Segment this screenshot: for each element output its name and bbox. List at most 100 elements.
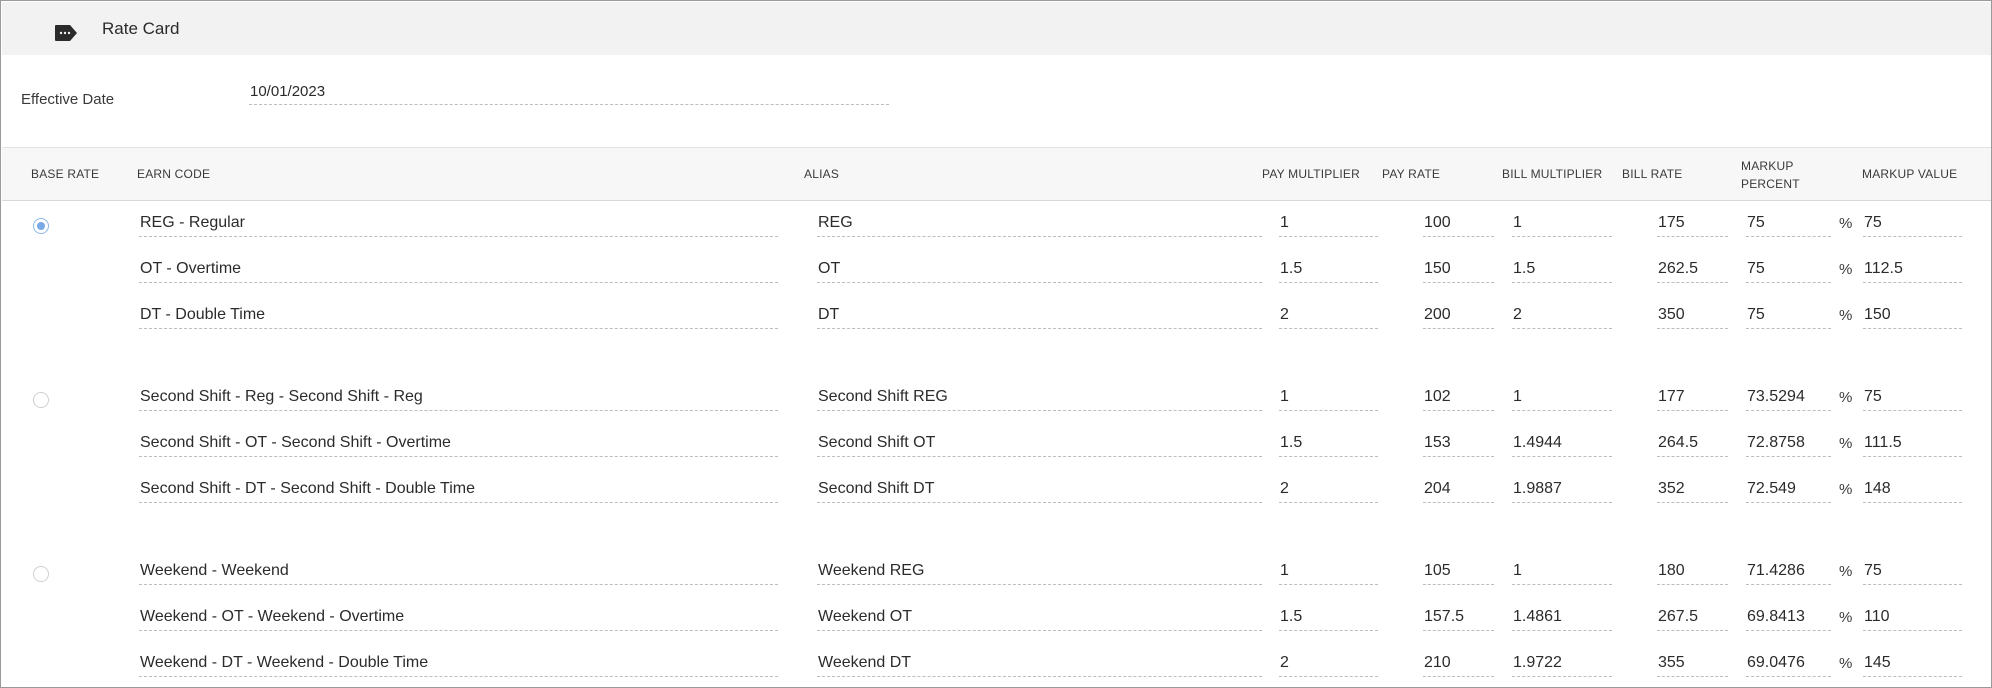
- pay-multiplier-field[interactable]: 1.5: [1279, 605, 1378, 631]
- markup-value-field[interactable]: 111.5: [1863, 431, 1962, 457]
- pay-multiplier-field[interactable]: 1.5: [1279, 257, 1378, 283]
- table-header: BASE RATE EARN CODE ALIAS PAY MULTIPLIER…: [2, 147, 1991, 201]
- percent-symbol: %: [1839, 655, 1853, 672]
- markup-percent-field[interactable]: 75: [1746, 303, 1831, 329]
- markup-percent-field[interactable]: 69.8413: [1746, 605, 1831, 631]
- alias-field[interactable]: Second Shift DT: [817, 477, 1262, 503]
- bill-rate-field[interactable]: 264.5: [1657, 431, 1728, 457]
- markup-percent-field[interactable]: 69.0476: [1746, 651, 1831, 677]
- bill-rate-field[interactable]: 355: [1657, 651, 1728, 677]
- panel-title: Rate Card: [102, 19, 180, 38]
- alias-field[interactable]: Second Shift REG: [817, 385, 1262, 411]
- bill-multiplier-field[interactable]: 1: [1512, 385, 1612, 411]
- pay-rate-field[interactable]: 200: [1423, 303, 1494, 329]
- markup-value-field[interactable]: 112.5: [1863, 257, 1962, 283]
- bill-multiplier-field[interactable]: 1.4861: [1512, 605, 1612, 631]
- percent-symbol: %: [1839, 435, 1853, 452]
- earn-code-field[interactable]: Second Shift - DT - Second Shift - Doubl…: [139, 477, 778, 503]
- bill-multiplier-field[interactable]: 1.9722: [1512, 651, 1612, 677]
- markup-percent-field[interactable]: 71.4286: [1746, 559, 1831, 585]
- percent-symbol: %: [1839, 307, 1853, 324]
- markup-percent-field[interactable]: 72.549: [1746, 477, 1831, 503]
- panel-header: Rate Card: [2, 2, 1991, 55]
- percent-symbol: %: [1839, 609, 1853, 626]
- pay-multiplier-field[interactable]: 1: [1279, 559, 1378, 585]
- col-header-base-rate: BASE RATE: [31, 167, 100, 181]
- base-rate-radio[interactable]: [33, 392, 49, 408]
- markup-value-field[interactable]: 148: [1863, 477, 1962, 503]
- earn-code-field[interactable]: Weekend - Weekend: [139, 559, 778, 585]
- alias-field[interactable]: Second Shift OT: [817, 431, 1262, 457]
- percent-symbol: %: [1839, 215, 1853, 232]
- col-header-markup-value: MARKUP VALUE: [1862, 167, 1958, 181]
- earn-code-field[interactable]: REG - Regular: [139, 211, 778, 237]
- col-header-pay-multiplier: PAY MULTIPLIER: [1262, 167, 1360, 181]
- alias-field[interactable]: Weekend REG: [817, 559, 1262, 585]
- bill-multiplier-field[interactable]: 2: [1512, 303, 1612, 329]
- pay-multiplier-field[interactable]: 1: [1279, 385, 1378, 411]
- tag-icon: [55, 25, 77, 41]
- markup-percent-field[interactable]: 73.5294: [1746, 385, 1831, 411]
- bill-rate-field[interactable]: 262.5: [1657, 257, 1728, 283]
- earn-code-field[interactable]: Weekend - DT - Weekend - Double Time: [139, 651, 778, 677]
- bill-rate-field[interactable]: 352: [1657, 477, 1728, 503]
- earn-code-field[interactable]: OT - Overtime: [139, 257, 778, 283]
- effective-date-label: Effective Date: [21, 91, 115, 108]
- percent-symbol: %: [1839, 481, 1853, 498]
- alias-field[interactable]: OT: [817, 257, 1262, 283]
- bill-rate-field[interactable]: 180: [1657, 559, 1728, 585]
- markup-value-field[interactable]: 145: [1863, 651, 1962, 677]
- alias-field[interactable]: REG: [817, 211, 1262, 237]
- alias-field[interactable]: Weekend OT: [817, 605, 1262, 631]
- bill-multiplier-field[interactable]: 1: [1512, 559, 1612, 585]
- bill-rate-field[interactable]: 175: [1657, 211, 1728, 237]
- earn-code-field[interactable]: DT - Double Time: [139, 303, 778, 329]
- bill-multiplier-field[interactable]: 1.9887: [1512, 477, 1612, 503]
- bill-rate-field[interactable]: 267.5: [1657, 605, 1728, 631]
- col-header-alias: ALIAS: [804, 167, 840, 181]
- markup-value-field[interactable]: 110: [1863, 605, 1962, 631]
- markup-percent-field[interactable]: 72.8758: [1746, 431, 1831, 457]
- bill-multiplier-field[interactable]: 1.4944: [1512, 431, 1612, 457]
- pay-rate-field[interactable]: 153: [1423, 431, 1494, 457]
- pay-rate-field[interactable]: 150: [1423, 257, 1494, 283]
- percent-symbol: %: [1839, 389, 1853, 406]
- col-header-bill-multiplier: BILL MULTIPLIER: [1502, 167, 1603, 181]
- alias-field[interactable]: DT: [817, 303, 1262, 329]
- alias-field[interactable]: Weekend DT: [817, 651, 1262, 677]
- pay-rate-field[interactable]: 105: [1423, 559, 1494, 585]
- pay-rate-field[interactable]: 157.5: [1423, 605, 1494, 631]
- col-header-markup-percent: MARKUP PERCENT: [1741, 157, 1800, 193]
- pay-rate-field[interactable]: 100: [1423, 211, 1494, 237]
- pay-rate-field[interactable]: 204: [1423, 477, 1494, 503]
- bill-rate-field[interactable]: 350: [1657, 303, 1728, 329]
- markup-value-field[interactable]: 150: [1863, 303, 1962, 329]
- earn-code-field[interactable]: Second Shift - OT - Second Shift - Overt…: [139, 431, 778, 457]
- markup-value-field[interactable]: 75: [1863, 559, 1962, 585]
- col-header-markup-percent-line2: PERCENT: [1741, 177, 1800, 191]
- pay-multiplier-field[interactable]: 2: [1279, 303, 1378, 329]
- earn-code-field[interactable]: Second Shift - Reg - Second Shift - Reg: [139, 385, 778, 411]
- effective-date-field[interactable]: 10/01/2023: [249, 81, 889, 105]
- markup-value-field[interactable]: 75: [1863, 385, 1962, 411]
- col-header-pay-rate: PAY RATE: [1382, 167, 1441, 181]
- pay-multiplier-field[interactable]: 1.5: [1279, 431, 1378, 457]
- base-rate-radio[interactable]: [33, 566, 49, 582]
- earn-code-field[interactable]: Weekend - OT - Weekend - Overtime: [139, 605, 778, 631]
- bill-multiplier-field[interactable]: 1: [1512, 211, 1612, 237]
- pay-multiplier-field[interactable]: 2: [1279, 651, 1378, 677]
- col-header-earn-code: EARN CODE: [137, 167, 211, 181]
- col-header-bill-rate: BILL RATE: [1622, 167, 1683, 181]
- pay-multiplier-field[interactable]: 1: [1279, 211, 1378, 237]
- markup-value-field[interactable]: 75: [1863, 211, 1962, 237]
- rate-card-panel: Rate Card Effective Date 10/01/2023 BASE…: [0, 0, 1992, 688]
- bill-rate-field[interactable]: 177: [1657, 385, 1728, 411]
- pay-multiplier-field[interactable]: 2: [1279, 477, 1378, 503]
- markup-percent-field[interactable]: 75: [1746, 257, 1831, 283]
- bill-multiplier-field[interactable]: 1.5: [1512, 257, 1612, 283]
- percent-symbol: %: [1839, 563, 1853, 580]
- markup-percent-field[interactable]: 75: [1746, 211, 1831, 237]
- pay-rate-field[interactable]: 102: [1423, 385, 1494, 411]
- base-rate-radio[interactable]: [33, 218, 49, 234]
- pay-rate-field[interactable]: 210: [1423, 651, 1494, 677]
